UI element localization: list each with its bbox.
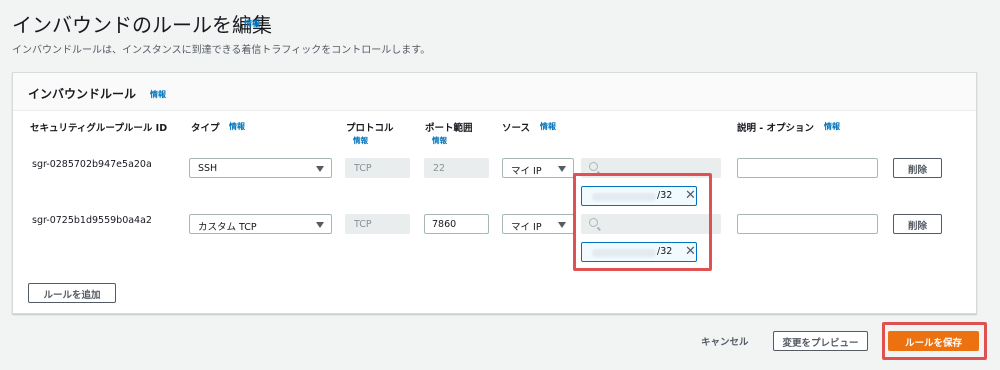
port-info-link[interactable]: 情報 <box>432 135 447 146</box>
type-select-value: カスタム TCP <box>198 222 257 233</box>
rule-id: sgr-0285702b947e5a20a <box>32 159 152 170</box>
protocol-field: TCP <box>345 214 410 234</box>
column-header-protocol: プロトコル <box>346 123 394 134</box>
description-info-link[interactable]: 情報 <box>824 121 840 132</box>
search-icon <box>589 162 598 171</box>
column-header-port-range: ポート範囲 <box>425 123 473 134</box>
preview-changes-button[interactable]: 変更をプレビュー <box>773 331 868 351</box>
type-select[interactable]: カスタム TCP <box>189 214 332 234</box>
chevron-down-icon <box>316 166 324 172</box>
panel-info-link[interactable]: 情報 <box>150 89 166 100</box>
type-select-value: SSH <box>198 163 218 174</box>
column-header-type: タイプ <box>191 123 220 134</box>
chevron-down-icon <box>558 166 566 172</box>
page-subtitle: インバウンドルールは、インスタンスに到達できる着信トラフィックをコントロールしま… <box>12 45 431 56</box>
type-info-link[interactable]: 情報 <box>229 121 245 132</box>
type-select[interactable]: SSH <box>189 158 332 178</box>
rule-id: sgr-0725b1d9559b0a4a2 <box>32 215 152 226</box>
chevron-down-icon <box>558 222 566 228</box>
title-info-link[interactable]: 情報 <box>244 18 260 29</box>
protocol-field: TCP <box>345 158 410 178</box>
source-type-value: マイ IP <box>511 222 542 233</box>
source-type-select[interactable]: マイ IP <box>502 214 574 234</box>
panel-header: インバウンドルール 情報 <box>13 73 976 111</box>
column-header-rule-id: セキュリティグループルール ID <box>30 123 168 134</box>
port-range-field: 22 <box>424 158 489 178</box>
source-highlight-annotation <box>573 173 712 271</box>
delete-rule-button[interactable]: 削除 <box>893 214 942 234</box>
panel-title: インバウンドルール <box>28 87 137 101</box>
cancel-button[interactable]: キャンセル <box>701 334 749 348</box>
chevron-down-icon <box>316 222 324 228</box>
description-input[interactable] <box>737 214 878 234</box>
column-header-source: ソース <box>502 123 531 134</box>
delete-rule-button[interactable]: 削除 <box>893 158 942 178</box>
column-header-description: 説明 - オプション <box>737 123 815 134</box>
protocol-info-link[interactable]: 情報 <box>353 135 368 146</box>
description-input[interactable] <box>737 158 878 178</box>
port-range-input[interactable]: 7860 <box>424 214 489 234</box>
source-type-select[interactable]: マイ IP <box>502 158 574 178</box>
inbound-rules-panel: インバウンドルール 情報 セキュリティグループルール ID タイプ 情報 プロト… <box>12 72 977 314</box>
add-rule-button[interactable]: ルールを追加 <box>28 283 116 303</box>
page-title: インバウンドのルールを編集 <box>12 13 272 37</box>
save-rules-button[interactable]: ルールを保存 <box>888 331 979 351</box>
source-info-link[interactable]: 情報 <box>540 121 556 132</box>
source-type-value: マイ IP <box>511 166 542 177</box>
